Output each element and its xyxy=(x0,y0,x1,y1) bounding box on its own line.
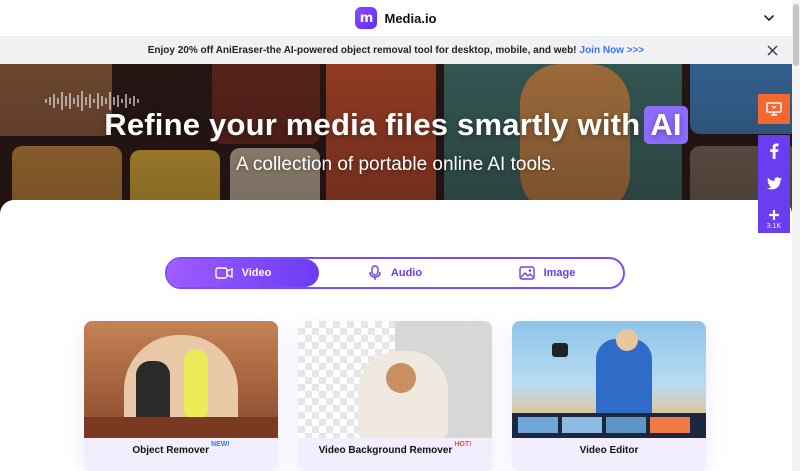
thumbnail-clip xyxy=(518,417,558,433)
facebook-icon xyxy=(770,143,779,159)
chevron-down-icon[interactable] xyxy=(762,11,776,25)
promo-banner: Enjoy 20% off AniEraser-the AI-powered o… xyxy=(0,37,792,64)
card-label: Video Editor xyxy=(512,445,706,456)
facebook-share-button[interactable] xyxy=(758,135,790,167)
card-thumbnail xyxy=(84,321,278,438)
card-title: Video Editor xyxy=(579,445,639,456)
share-count: 3.1K xyxy=(766,223,782,230)
thumbnail-clip xyxy=(650,417,690,433)
card-label: Video Background RemoverHOT! xyxy=(298,441,492,456)
tool-category-tabs: Video Audio Image xyxy=(165,257,625,289)
card-object-remover[interactable]: Object RemoverNEW! xyxy=(84,321,278,471)
card-label: Object RemoverNEW! xyxy=(84,441,278,456)
hero-subtitle: A collection of portable online AI tools… xyxy=(235,154,557,175)
card-title: Video Background Remover xyxy=(318,445,453,456)
tab-audio-label: Audio xyxy=(390,267,423,279)
close-icon[interactable] xyxy=(767,45,778,56)
hot-badge: HOT! xyxy=(454,441,472,448)
thumbnail-camera xyxy=(552,343,568,357)
hero-ai-badge: AI xyxy=(644,106,688,144)
screen-recorder-button[interactable] xyxy=(758,94,790,124)
social-share-bar: 3.1K xyxy=(758,135,790,233)
main-panel: Video Audio Image Object RemoverNEW! Vid… xyxy=(0,200,792,471)
tool-cards: Object RemoverNEW! Video Background Remo… xyxy=(84,321,706,471)
thumbnail-clip xyxy=(606,417,646,433)
hero-title-text: Refine your media files smartly with xyxy=(104,107,641,142)
hero-banner: Refine your media files smartly with AI A… xyxy=(0,64,792,214)
tab-video-label: Video xyxy=(241,267,272,279)
brand[interactable]: m Media.io xyxy=(355,7,437,29)
new-badge: NEW! xyxy=(211,441,230,448)
hero-title: Refine your media files smartly with AI xyxy=(0,106,792,144)
promo-join-link[interactable]: Join Now >>> xyxy=(580,45,645,56)
plus-icon xyxy=(769,210,779,220)
monitor-icon xyxy=(766,102,782,116)
top-header: m Media.io xyxy=(0,0,792,37)
thumbnail-head xyxy=(616,329,638,351)
thumbnail-selection xyxy=(184,349,208,421)
thumbnail-clip xyxy=(562,417,602,433)
tab-image[interactable]: Image xyxy=(471,259,623,287)
image-icon xyxy=(518,266,535,280)
card-thumbnail xyxy=(512,321,706,438)
tab-image-label: Image xyxy=(543,267,576,279)
thumbnail-hair xyxy=(386,363,416,393)
thumbnail-floor xyxy=(84,417,278,438)
media-io-logo-icon: m xyxy=(355,7,378,29)
twitter-share-button[interactable] xyxy=(758,167,790,199)
scrollbar[interactable] xyxy=(792,0,800,471)
video-camera-icon xyxy=(214,267,233,279)
brand-name: Media.io xyxy=(384,10,437,26)
microphone-icon xyxy=(369,265,381,280)
thumbnail-rider xyxy=(136,361,170,421)
card-thumbnail xyxy=(298,321,492,438)
card-video-editor[interactable]: Video Editor xyxy=(512,321,706,471)
card-title: Object Remover xyxy=(132,445,210,456)
tab-video[interactable]: Video xyxy=(167,259,319,287)
card-video-background-remover[interactable]: Video Background RemoverHOT! xyxy=(298,321,492,471)
scrollbar-thumb[interactable] xyxy=(793,4,799,66)
thumbnail-person xyxy=(596,339,652,419)
promo-text: Enjoy 20% off AniEraser-the AI-powered o… xyxy=(147,45,577,56)
tab-audio[interactable]: Audio xyxy=(319,259,471,287)
twitter-icon xyxy=(766,176,782,189)
